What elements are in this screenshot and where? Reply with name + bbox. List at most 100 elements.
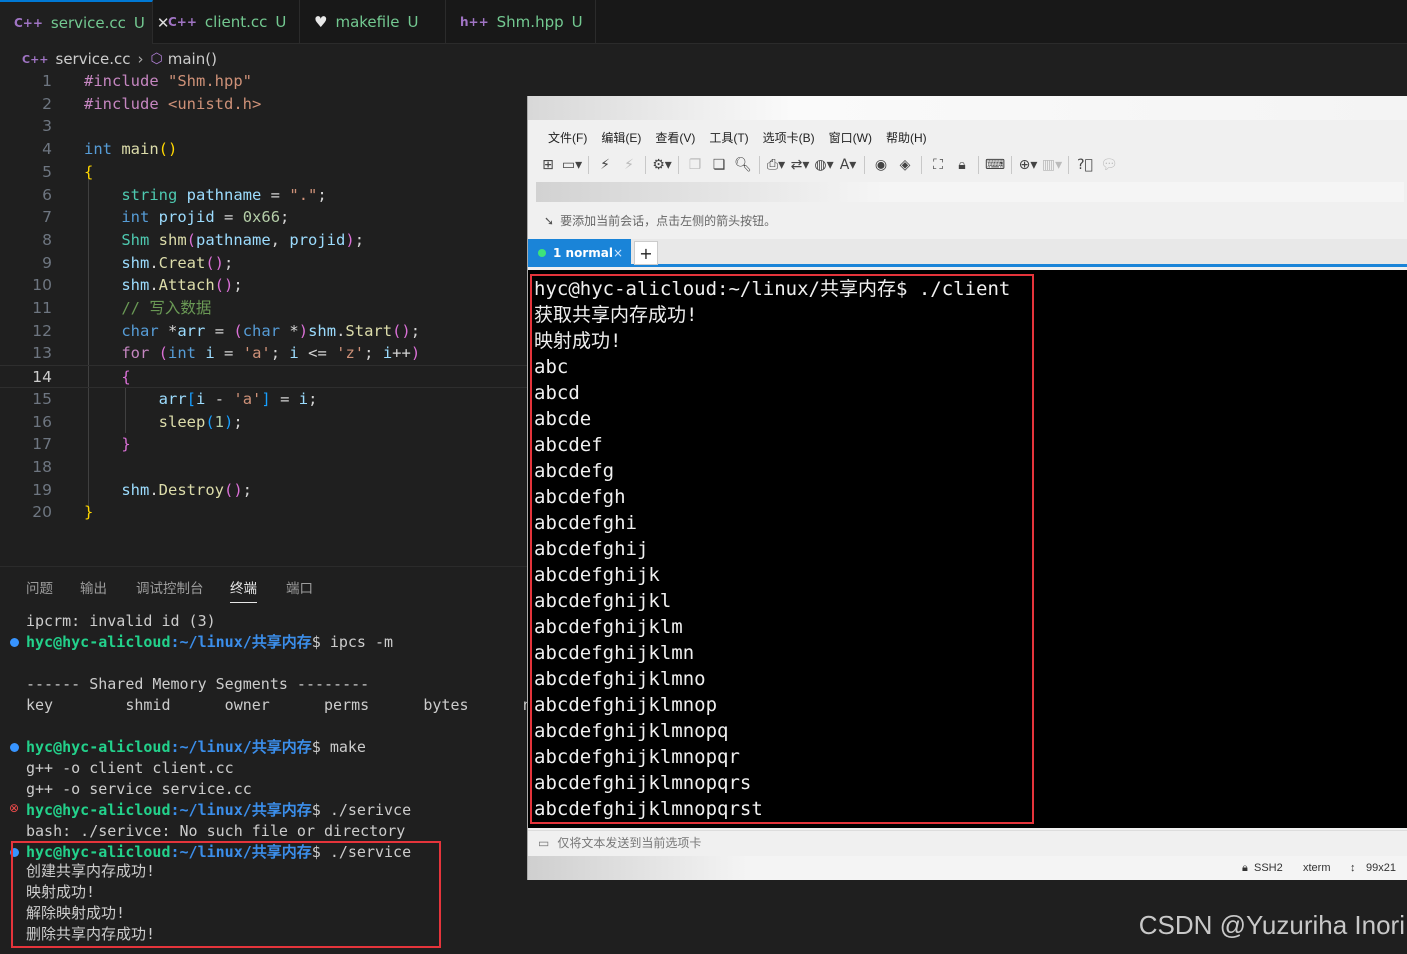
chat-icon[interactable]: 💬︎: [1097, 154, 1121, 176]
command-success-dot[interactable]: [10, 638, 19, 647]
line-number: 5: [42, 162, 52, 181]
code-line[interactable]: 6 string pathname = ".";: [0, 184, 528, 207]
watermark: CSDN @Yuzuriha Inori: [1138, 910, 1405, 940]
properties-icon[interactable]: ⚙▾: [650, 154, 674, 176]
terminal-command: hyc@hyc-alicloud:~/linux/共享内存$ ipcs -m: [26, 633, 394, 651]
tab-label: client.cc: [204, 13, 268, 31]
code-editor[interactable]: 1 #include "Shm.hpp" 2 #include <unistd.h>…: [0, 70, 528, 532]
terminal-screen[interactable]: hyc@hyc-alicloud:~/linux/共享内存$ ./client 获…: [528, 270, 1407, 828]
command-success-dot[interactable]: [10, 743, 19, 752]
connected-status-dot: [538, 249, 546, 257]
command-error-icon[interactable]: ⊗: [9, 801, 19, 815]
compose-icon: ▭: [538, 835, 550, 850]
paste-icon[interactable]: ❏: [707, 154, 731, 176]
code-line[interactable]: 12 char *arr = (char *)shm.Start();: [0, 320, 528, 343]
toolbar-separator: [588, 156, 589, 174]
tab-terminal[interactable]: 终端: [230, 577, 257, 603]
arrow-icon[interactable]: ➘: [544, 214, 554, 228]
toolbar-separator: [978, 156, 979, 174]
code-line[interactable]: 19 shm.Destroy();: [0, 479, 528, 502]
code-line[interactable]: 10 shm.Attach();: [0, 274, 528, 297]
menu-file[interactable]: 文件(F): [548, 126, 587, 150]
line-number: 11: [32, 299, 52, 317]
toolbar-separator: [1068, 156, 1069, 174]
disconnect-icon[interactable]: ⚡: [617, 154, 641, 176]
add-tab-button[interactable]: +: [634, 241, 658, 265]
code-line[interactable]: 8 Shm shm(pathname, projid);: [0, 229, 528, 252]
tab-label: Shm.hpp: [496, 13, 564, 31]
close-icon[interactable]: ×: [613, 246, 623, 260]
tab-debug-console[interactable]: 调试控制台: [136, 577, 204, 597]
menu-tabs[interactable]: 选项卡(B): [763, 126, 815, 150]
compose-bar[interactable]: ▭ 仅将文本发送到当前选项卡: [528, 830, 1407, 854]
address-bar[interactable]: [536, 182, 1404, 202]
code-line[interactable]: 2 #include <unistd.h>: [0, 93, 528, 116]
code-line[interactable]: 20}: [0, 501, 528, 524]
code-line[interactable]: 3: [0, 115, 528, 138]
line-number: 7: [42, 208, 52, 227]
transfer-icon[interactable]: ⇄▾: [788, 154, 812, 176]
tab-ports[interactable]: 端口: [286, 577, 313, 597]
copy-icon[interactable]: ❐: [683, 154, 707, 176]
code-line-current[interactable]: 14 {: [0, 365, 528, 388]
tab-client-cc[interactable]: C++ client.cc U: [154, 0, 300, 44]
xftp-icon[interactable]: ◉: [869, 154, 893, 176]
open-folder-icon[interactable]: ▭▾: [560, 154, 584, 176]
find-icon[interactable]: 🔍︎: [731, 154, 755, 176]
code-line[interactable]: 5{: [0, 161, 528, 184]
git-untracked-flag: U: [133, 14, 145, 32]
connect-icon[interactable]: ⚡: [593, 154, 617, 176]
add-tab-icon[interactable]: ⊕▾: [1016, 154, 1040, 176]
resize-icon: ↕: [1350, 862, 1356, 874]
code-line[interactable]: 15 arr[i - 'a'] = i;: [0, 388, 528, 411]
terminal-line: ipcrm: invalid id (3): [26, 612, 216, 630]
cpp-file-icon: C++: [168, 15, 197, 29]
session-tab[interactable]: 1 normal ×: [528, 239, 631, 267]
highlight-box: [11, 841, 441, 948]
line-number: 9: [42, 253, 52, 272]
git-untracked-flag: U: [275, 13, 287, 31]
help-icon[interactable]: ?⃝: [1073, 154, 1097, 176]
terminal-line: bash: ./serivce: No such file or directo…: [26, 822, 406, 840]
menu-edit[interactable]: 编辑(E): [601, 126, 641, 150]
title-bar[interactable]: [528, 96, 1407, 120]
terminal-line: ------ Shared Memory Segments --------: [26, 675, 370, 693]
toolbar-separator: [921, 156, 922, 174]
cpp-file-icon: C++: [22, 52, 49, 66]
breadcrumb-symbol[interactable]: main(): [168, 50, 217, 68]
code-line[interactable]: 9 shm.Creat();: [0, 252, 528, 275]
cpp-file-icon: C++: [14, 16, 43, 30]
new-session-icon[interactable]: ⊞: [536, 154, 560, 176]
tab-makefile[interactable]: ♥ makefile U: [300, 0, 446, 44]
lock-icon[interactable]: 🔒︎: [950, 154, 974, 176]
menu-tools[interactable]: 工具(T): [709, 126, 748, 150]
code-line[interactable]: 1 #include "Shm.hpp": [0, 70, 528, 93]
breadcrumb-file[interactable]: service.cc: [56, 50, 131, 68]
code-line[interactable]: 7 int projid = 0x66;: [0, 206, 528, 229]
menu-window[interactable]: 窗口(W): [829, 126, 872, 150]
layout-icon[interactable]: ▥▾: [1040, 154, 1064, 176]
terminal-size-status: 99x21: [1366, 862, 1396, 874]
line-number: 14: [32, 368, 52, 387]
globe-icon[interactable]: ◍▾: [812, 154, 836, 176]
toolbar-separator: [1011, 156, 1012, 174]
fullscreen-icon[interactable]: ⛶: [926, 154, 950, 176]
code-line[interactable]: 18: [0, 456, 528, 479]
tab-shm-hpp[interactable]: h++ Shm.hpp U: [446, 0, 596, 44]
code-line[interactable]: 11 // 写入数据: [0, 297, 528, 320]
tab-output[interactable]: 输出: [80, 577, 107, 597]
code-line[interactable]: 13 for (int i = 'a'; i <= 'z'; i++): [0, 342, 528, 365]
keyboard-icon[interactable]: ⌨: [983, 154, 1007, 176]
menu-help[interactable]: 帮助(H): [886, 126, 927, 150]
panel-tab-bar: 问题 输出 调试控制台 终端 端口: [0, 566, 528, 606]
tab-service-cc[interactable]: C++ service.cc U ✕: [0, 0, 169, 44]
script-icon[interactable]: ◈: [893, 154, 917, 176]
code-line[interactable]: 4 int main(): [0, 138, 528, 161]
code-line[interactable]: 17 }: [0, 433, 528, 456]
code-line[interactable]: 16 sleep(1);: [0, 411, 528, 434]
session-hint: ➘ 要添加当前会话，点击左侧的箭头按钮。: [544, 212, 776, 229]
font-icon[interactable]: A▾: [836, 154, 860, 176]
tab-problems[interactable]: 问题: [26, 577, 53, 597]
menu-view[interactable]: 查看(V): [655, 126, 695, 150]
print-icon[interactable]: ⎙▾: [764, 154, 788, 176]
